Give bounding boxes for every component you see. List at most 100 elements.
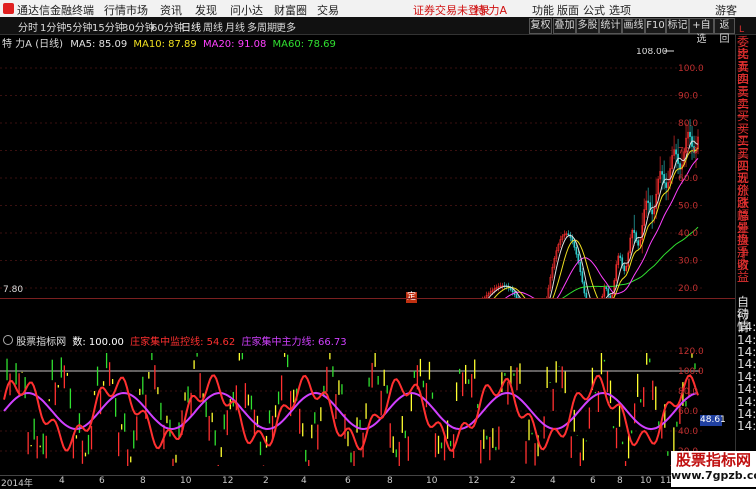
menu-item-hangqing[interactable]: 行情	[104, 2, 126, 18]
menu-item-jiaoyi[interactable]: 交易	[317, 2, 339, 18]
x-label: 10	[426, 476, 437, 486]
menu-item-caifuquan[interactable]: 财富圈	[274, 2, 307, 18]
candle-body	[665, 183, 666, 188]
high-price-label: 108.00	[636, 48, 668, 57]
menu-xuanxiang[interactable]: 选项	[609, 2, 631, 18]
panel-top-label: L	[739, 25, 744, 35]
add-watchlist-button[interactable]: +自选	[689, 18, 714, 34]
period-15min[interactable]: 15分钟	[92, 19, 125, 34]
period-multi[interactable]: 多周期	[247, 19, 277, 34]
y-tick-label: 40.0	[678, 229, 698, 239]
candle-body	[576, 247, 577, 254]
y-tick-label: 120.0	[678, 347, 704, 357]
x-label: 6	[345, 476, 351, 486]
period-weekly[interactable]: 周线	[203, 19, 223, 34]
kline-y-axis: 100.090.080.070.060.050.040.030.020.0	[678, 64, 704, 294]
candle-body	[582, 272, 583, 282]
candle-body	[606, 287, 607, 288]
menu-item-shichang[interactable]: 市场	[126, 2, 148, 18]
top-stock-name: 特 力A	[474, 2, 507, 18]
indicator-current-value: 48.61	[700, 415, 722, 426]
candle-body	[689, 132, 690, 136]
x-label: 8	[140, 476, 146, 486]
period-fenshi[interactable]: 分时	[18, 19, 38, 34]
candle-body	[648, 201, 649, 203]
period-monthly[interactable]: 月线	[225, 19, 245, 34]
x-axis: 2014年 4 6 8 10 12 2 4 6 8 10 12 2 4 6 8 …	[0, 475, 735, 488]
ma5-line	[2, 141, 698, 298]
candle-body	[580, 262, 581, 271]
quote-panel-item[interactable]: 收益	[737, 259, 756, 283]
ma-info-line: 特 力A (日线) MA5: 85.09 MA10: 87.89 MA20: 9…	[0, 35, 336, 49]
quote-panel-item[interactable]: 14:5	[737, 358, 756, 370]
menu-bar: 通达信金融终端 行情 市场 资讯 发现 问小达 财富圈 交易 证券交易未登录 特…	[0, 0, 756, 17]
tongji-button[interactable]: 统计	[599, 18, 622, 34]
quote-panel-item[interactable]: 14:5	[737, 334, 756, 346]
candle-body	[512, 290, 513, 292]
x-label: 4	[550, 476, 556, 486]
kline-chart[interactable]: 108.00 7.80 100.090.080.070.060.050.040.…	[0, 48, 705, 298]
candle-body	[624, 266, 625, 271]
candle-body	[652, 210, 653, 214]
indicator-bars	[4, 353, 695, 466]
menu-gongneng[interactable]: 功能	[532, 2, 554, 18]
indicator-header: 股票指标网 数: 100.00 庄家集中监控线: 54.62 庄家集中主力线: …	[0, 333, 347, 347]
duogu-button[interactable]: 多股	[576, 18, 599, 34]
menu-item-wenxiaoda[interactable]: 问小达	[230, 2, 263, 18]
period-60min[interactable]: 60分钟	[151, 19, 184, 34]
f10-button[interactable]: F10	[645, 18, 666, 34]
kline-ma-lines	[2, 141, 698, 298]
period-daily[interactable]: 日线	[181, 19, 201, 34]
menu-item-zixun[interactable]: 资讯	[160, 2, 182, 18]
period-30min[interactable]: 30分钟	[122, 19, 155, 34]
quote-panel-item[interactable]: 14:5	[737, 396, 756, 408]
quote-panel-item[interactable]: 14:5	[737, 420, 756, 432]
y-tick-label: 50.0	[678, 202, 698, 212]
watermark: 股票指标网 www.7gpzb.com	[671, 451, 756, 487]
huaxian-button[interactable]: 画线	[622, 18, 645, 34]
x-label: 6	[99, 476, 105, 486]
x-label: 12	[468, 476, 479, 486]
app-name: 通达信金融终端	[17, 2, 94, 18]
fuquan-button[interactable]: 复权	[529, 18, 552, 34]
candle-body	[510, 288, 511, 290]
period-more[interactable]: 更多	[276, 19, 296, 34]
diejia-button[interactable]: 叠加	[553, 18, 576, 34]
x-label: 10	[640, 476, 651, 486]
period-1min[interactable]: 1分钟	[40, 19, 66, 34]
chart-divider	[0, 298, 735, 299]
ma10-line	[2, 148, 698, 298]
x-label: 4	[301, 476, 307, 486]
y-tick-label: 20.0	[678, 284, 698, 294]
y-tick-label: 70.0	[678, 147, 698, 157]
period-5min[interactable]: 5分钟	[66, 19, 92, 34]
indicator-chart[interactable]: 120.0100.080.060.040.020.0	[0, 346, 705, 476]
quote-panel-item[interactable]: 14:5	[737, 383, 756, 395]
x-label: 2014年	[1, 476, 33, 489]
menu-gongshi[interactable]: 公式	[583, 2, 605, 18]
candle-body	[620, 256, 621, 258]
menu-item-faxian[interactable]: 发现	[195, 2, 217, 18]
y-tick-label: 30.0	[678, 257, 698, 267]
back-button[interactable]: 返回	[714, 18, 735, 34]
quote-panel-item[interactable]: 14:5	[737, 321, 756, 333]
user-label[interactable]: 游客	[715, 2, 737, 18]
y-tick-label: 60.0	[678, 174, 698, 184]
indicator-settings-icon[interactable]	[3, 335, 13, 345]
y-tick-label: 90.0	[678, 92, 698, 102]
candle-body	[675, 150, 676, 154]
kline-grid	[0, 68, 705, 288]
menu-banmian[interactable]: 版面	[557, 2, 579, 18]
quote-panel-item[interactable]: 14:5	[737, 408, 756, 420]
y-tick-label: 80.0	[678, 119, 698, 129]
period-toolbar: 分时 1分钟 5分钟 15分钟 30分钟 60分钟 日线 周线 月线 多周期 更…	[0, 17, 756, 35]
quote-panel-item[interactable]: 14:5	[737, 346, 756, 358]
y-tick-label: 100.0	[678, 367, 704, 377]
y-tick-label: 40.0	[678, 427, 698, 437]
x-label: 10	[180, 476, 191, 486]
quote-panel-item[interactable]: 14:5	[737, 371, 756, 383]
biaoji-button[interactable]: 标记	[666, 18, 689, 34]
x-label: 11	[660, 476, 671, 486]
y-tick-label: 80.0	[678, 387, 698, 397]
x-label: 6	[590, 476, 596, 486]
